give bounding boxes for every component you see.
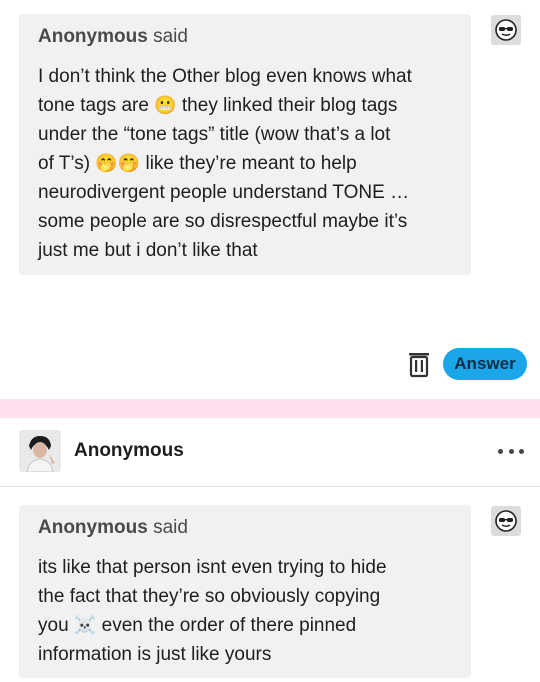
- ask-line: just me but i don’t like that: [38, 240, 258, 261]
- ask-line: the fact that they’re so obviously copyi…: [38, 586, 381, 607]
- ask-line: information is just like yours: [38, 644, 272, 665]
- ask-line: of T’s) 🤭🤭 like they’re meant to help: [38, 153, 357, 174]
- more-options-icon[interactable]: [498, 443, 524, 459]
- ask-line: under the “tone tags” title (wow that’s …: [38, 124, 391, 145]
- ask-said: said: [153, 26, 188, 47]
- ask-line: some people are so disrespectful maybe i…: [38, 211, 408, 232]
- trash-icon[interactable]: [407, 350, 431, 378]
- ask-line: tone tags are 😬 they linked their blog t…: [38, 95, 398, 116]
- avatar[interactable]: [19, 430, 61, 472]
- ask-bubble-1: Anonymous said I don’t think the Other b…: [19, 14, 471, 275]
- hand-over-mouth-emoji-icon: 🤭🤭: [95, 153, 141, 174]
- ask-line: you ☠️ even the order of there pinned: [38, 615, 357, 636]
- post-separator: [0, 399, 540, 418]
- ask-said: said: [153, 517, 188, 538]
- ask-line: its like that person isnt even trying to…: [38, 557, 387, 578]
- ask-body: its like that person isnt even trying to…: [38, 553, 452, 669]
- skull-crossbones-emoji-icon: ☠️: [73, 615, 97, 636]
- ask-body: I don’t think the Other blog even knows …: [38, 62, 452, 265]
- ask-line: neurodivergent people understand TONE …: [38, 182, 410, 203]
- ask-header: Anonymous said: [38, 517, 452, 539]
- sunglasses-face-icon[interactable]: [491, 506, 521, 536]
- grimacing-emoji-icon: 😬: [154, 95, 177, 116]
- answer-button[interactable]: Answer: [443, 348, 527, 380]
- ask-sender[interactable]: Anonymous: [38, 26, 148, 47]
- sunglasses-face-icon[interactable]: [491, 15, 521, 45]
- ask-sender[interactable]: Anonymous: [38, 517, 148, 538]
- post-author[interactable]: Anonymous: [74, 440, 184, 462]
- ask-line: I don’t think the Other blog even knows …: [38, 66, 412, 87]
- ask-header: Anonymous said: [38, 26, 452, 48]
- ask-bubble-2: Anonymous said its like that person isnt…: [19, 505, 471, 678]
